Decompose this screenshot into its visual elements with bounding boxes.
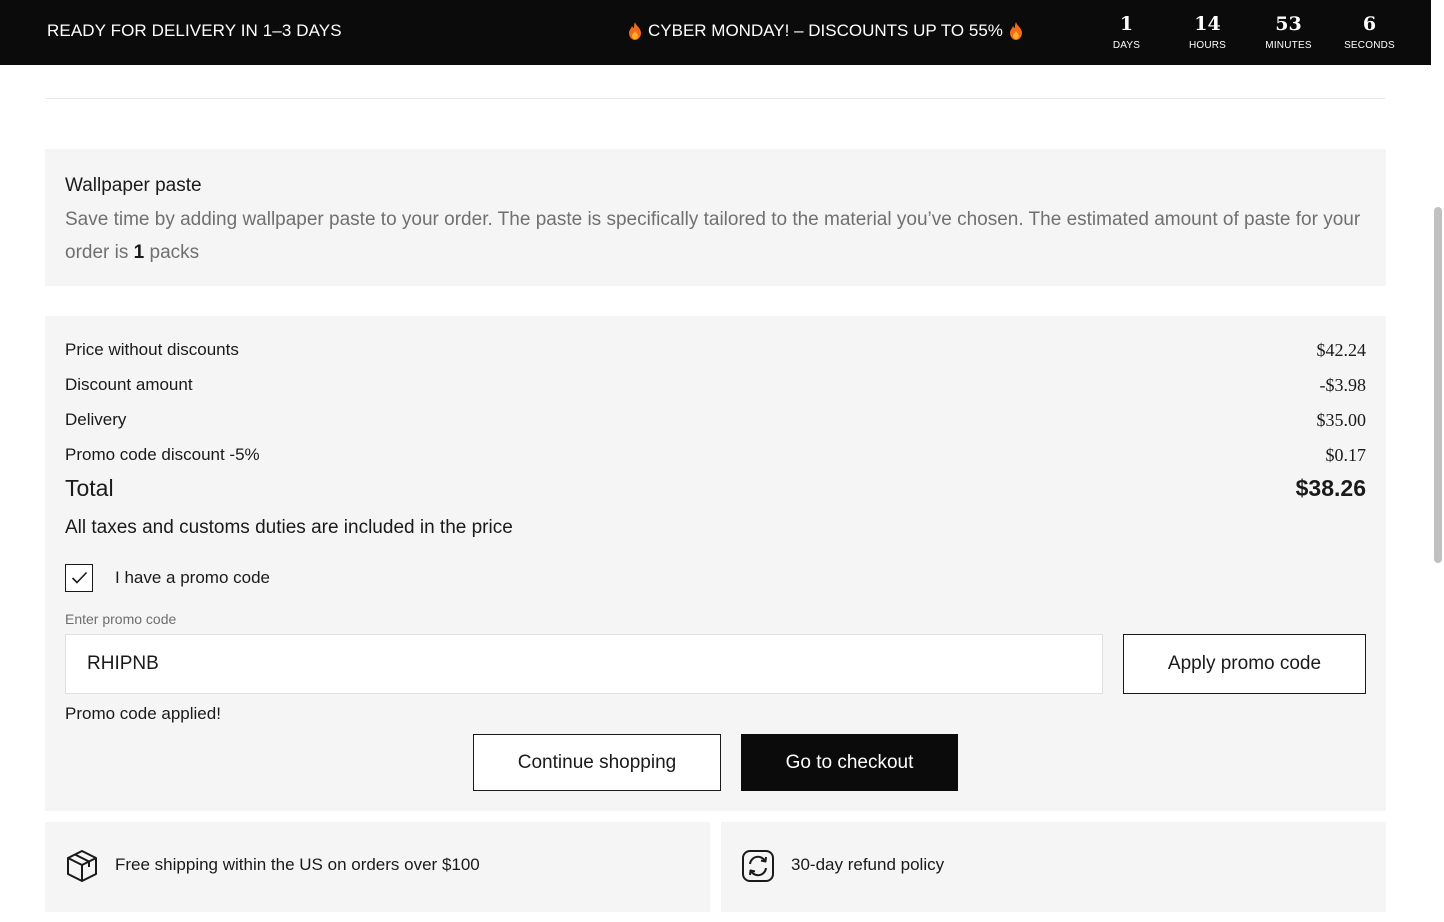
- countdown-value: 6: [1362, 13, 1377, 35]
- promo-input-label: Enter promo code: [65, 611, 177, 627]
- countdown-label: HOURS: [1188, 40, 1227, 51]
- checkout-button[interactable]: Go to checkout: [741, 734, 958, 791]
- checkmark-icon: [71, 571, 88, 584]
- scrollbar-thumb[interactable]: [1434, 207, 1442, 563]
- countdown-value: 53: [1275, 13, 1302, 35]
- summary-value: $0.17: [1325, 445, 1367, 465]
- countdown-hours: 14 HOURS: [1167, 12, 1248, 51]
- summary-label: Delivery: [65, 410, 127, 429]
- countdown-label: DAYS: [1112, 40, 1141, 51]
- countdown-value: 14: [1194, 13, 1221, 35]
- feature-refund-policy: 30-day refund policy: [721, 822, 1386, 912]
- paste-description-text: Save time by adding wallpaper paste to y…: [65, 209, 1361, 263]
- countdown-minutes: 53 MINUTES: [1248, 12, 1329, 51]
- total-label: Total: [65, 475, 114, 501]
- summary-row-total: Total $38.26: [65, 475, 1366, 502]
- summary-label: Price without discounts: [65, 340, 239, 359]
- feature-free-shipping: Free shipping within the US on orders ov…: [45, 822, 710, 912]
- summary-value: -$3.98: [1319, 375, 1367, 395]
- fire-icon: [1009, 22, 1022, 40]
- promo-status-message: Promo code applied!: [65, 704, 221, 723]
- order-summary: Price without discounts $42.24 Discount …: [45, 316, 1386, 811]
- summary-value: $42.24: [1316, 340, 1367, 360]
- promo-code-input[interactable]: [65, 634, 1103, 694]
- countdown-label: SECONDS: [1344, 40, 1395, 51]
- continue-shopping-button[interactable]: Continue shopping: [473, 734, 721, 791]
- paste-amount: 1: [133, 242, 145, 263]
- paste-description: Save time by adding wallpaper paste to y…: [65, 203, 1370, 269]
- paste-title: Wallpaper paste: [65, 175, 202, 196]
- announcement-bar: READY FOR DELIVERY IN 1–3 DAYS CYBER MON…: [0, 0, 1431, 65]
- delivery-notice: READY FOR DELIVERY IN 1–3 DAYS: [47, 21, 342, 40]
- fire-icon: [629, 22, 641, 40]
- countdown-value: 1: [1119, 13, 1134, 35]
- summary-row-delivery: Delivery $35.00: [65, 410, 1366, 431]
- section-divider: [45, 98, 1385, 99]
- summary-value: $35.00: [1316, 410, 1367, 430]
- promo-code-checkbox[interactable]: [65, 564, 93, 592]
- apply-promo-button[interactable]: Apply promo code: [1123, 634, 1366, 694]
- summary-row-discount: Discount amount -$3.98: [65, 375, 1366, 396]
- promo-banner-text: CYBER MONDAY! – DISCOUNTS UP TO 55%: [648, 21, 1003, 40]
- summary-row-promo-discount: Promo code discount -5% $0.17: [65, 445, 1366, 466]
- box-icon: [67, 850, 97, 882]
- promo-checkbox-label[interactable]: I have a promo code: [115, 568, 270, 588]
- summary-label: Discount amount: [65, 375, 193, 394]
- paste-unit: packs: [149, 242, 200, 263]
- countdown-timer: 1 DAYS 14 HOURS 53 MINUTES 6 SECONDS: [1086, 12, 1410, 51]
- countdown-seconds: 6 SECONDS: [1329, 12, 1410, 51]
- countdown-label: MINUTES: [1265, 40, 1312, 51]
- wallpaper-paste-panel: Wallpaper paste Save time by adding wall…: [45, 149, 1386, 286]
- feature-text: Free shipping within the US on orders ov…: [115, 855, 480, 874]
- total-value: $38.26: [1295, 475, 1366, 501]
- countdown-days: 1 DAYS: [1086, 12, 1167, 51]
- refund-icon: [742, 850, 774, 882]
- promo-banner: CYBER MONDAY! – DISCOUNTS UP TO 55%: [628, 21, 1023, 41]
- summary-label: Promo code discount -5%: [65, 445, 260, 464]
- summary-row-price: Price without discounts $42.24: [65, 340, 1366, 361]
- feature-text: 30-day refund policy: [791, 855, 945, 874]
- taxes-note: All taxes and customs duties are include…: [65, 517, 513, 538]
